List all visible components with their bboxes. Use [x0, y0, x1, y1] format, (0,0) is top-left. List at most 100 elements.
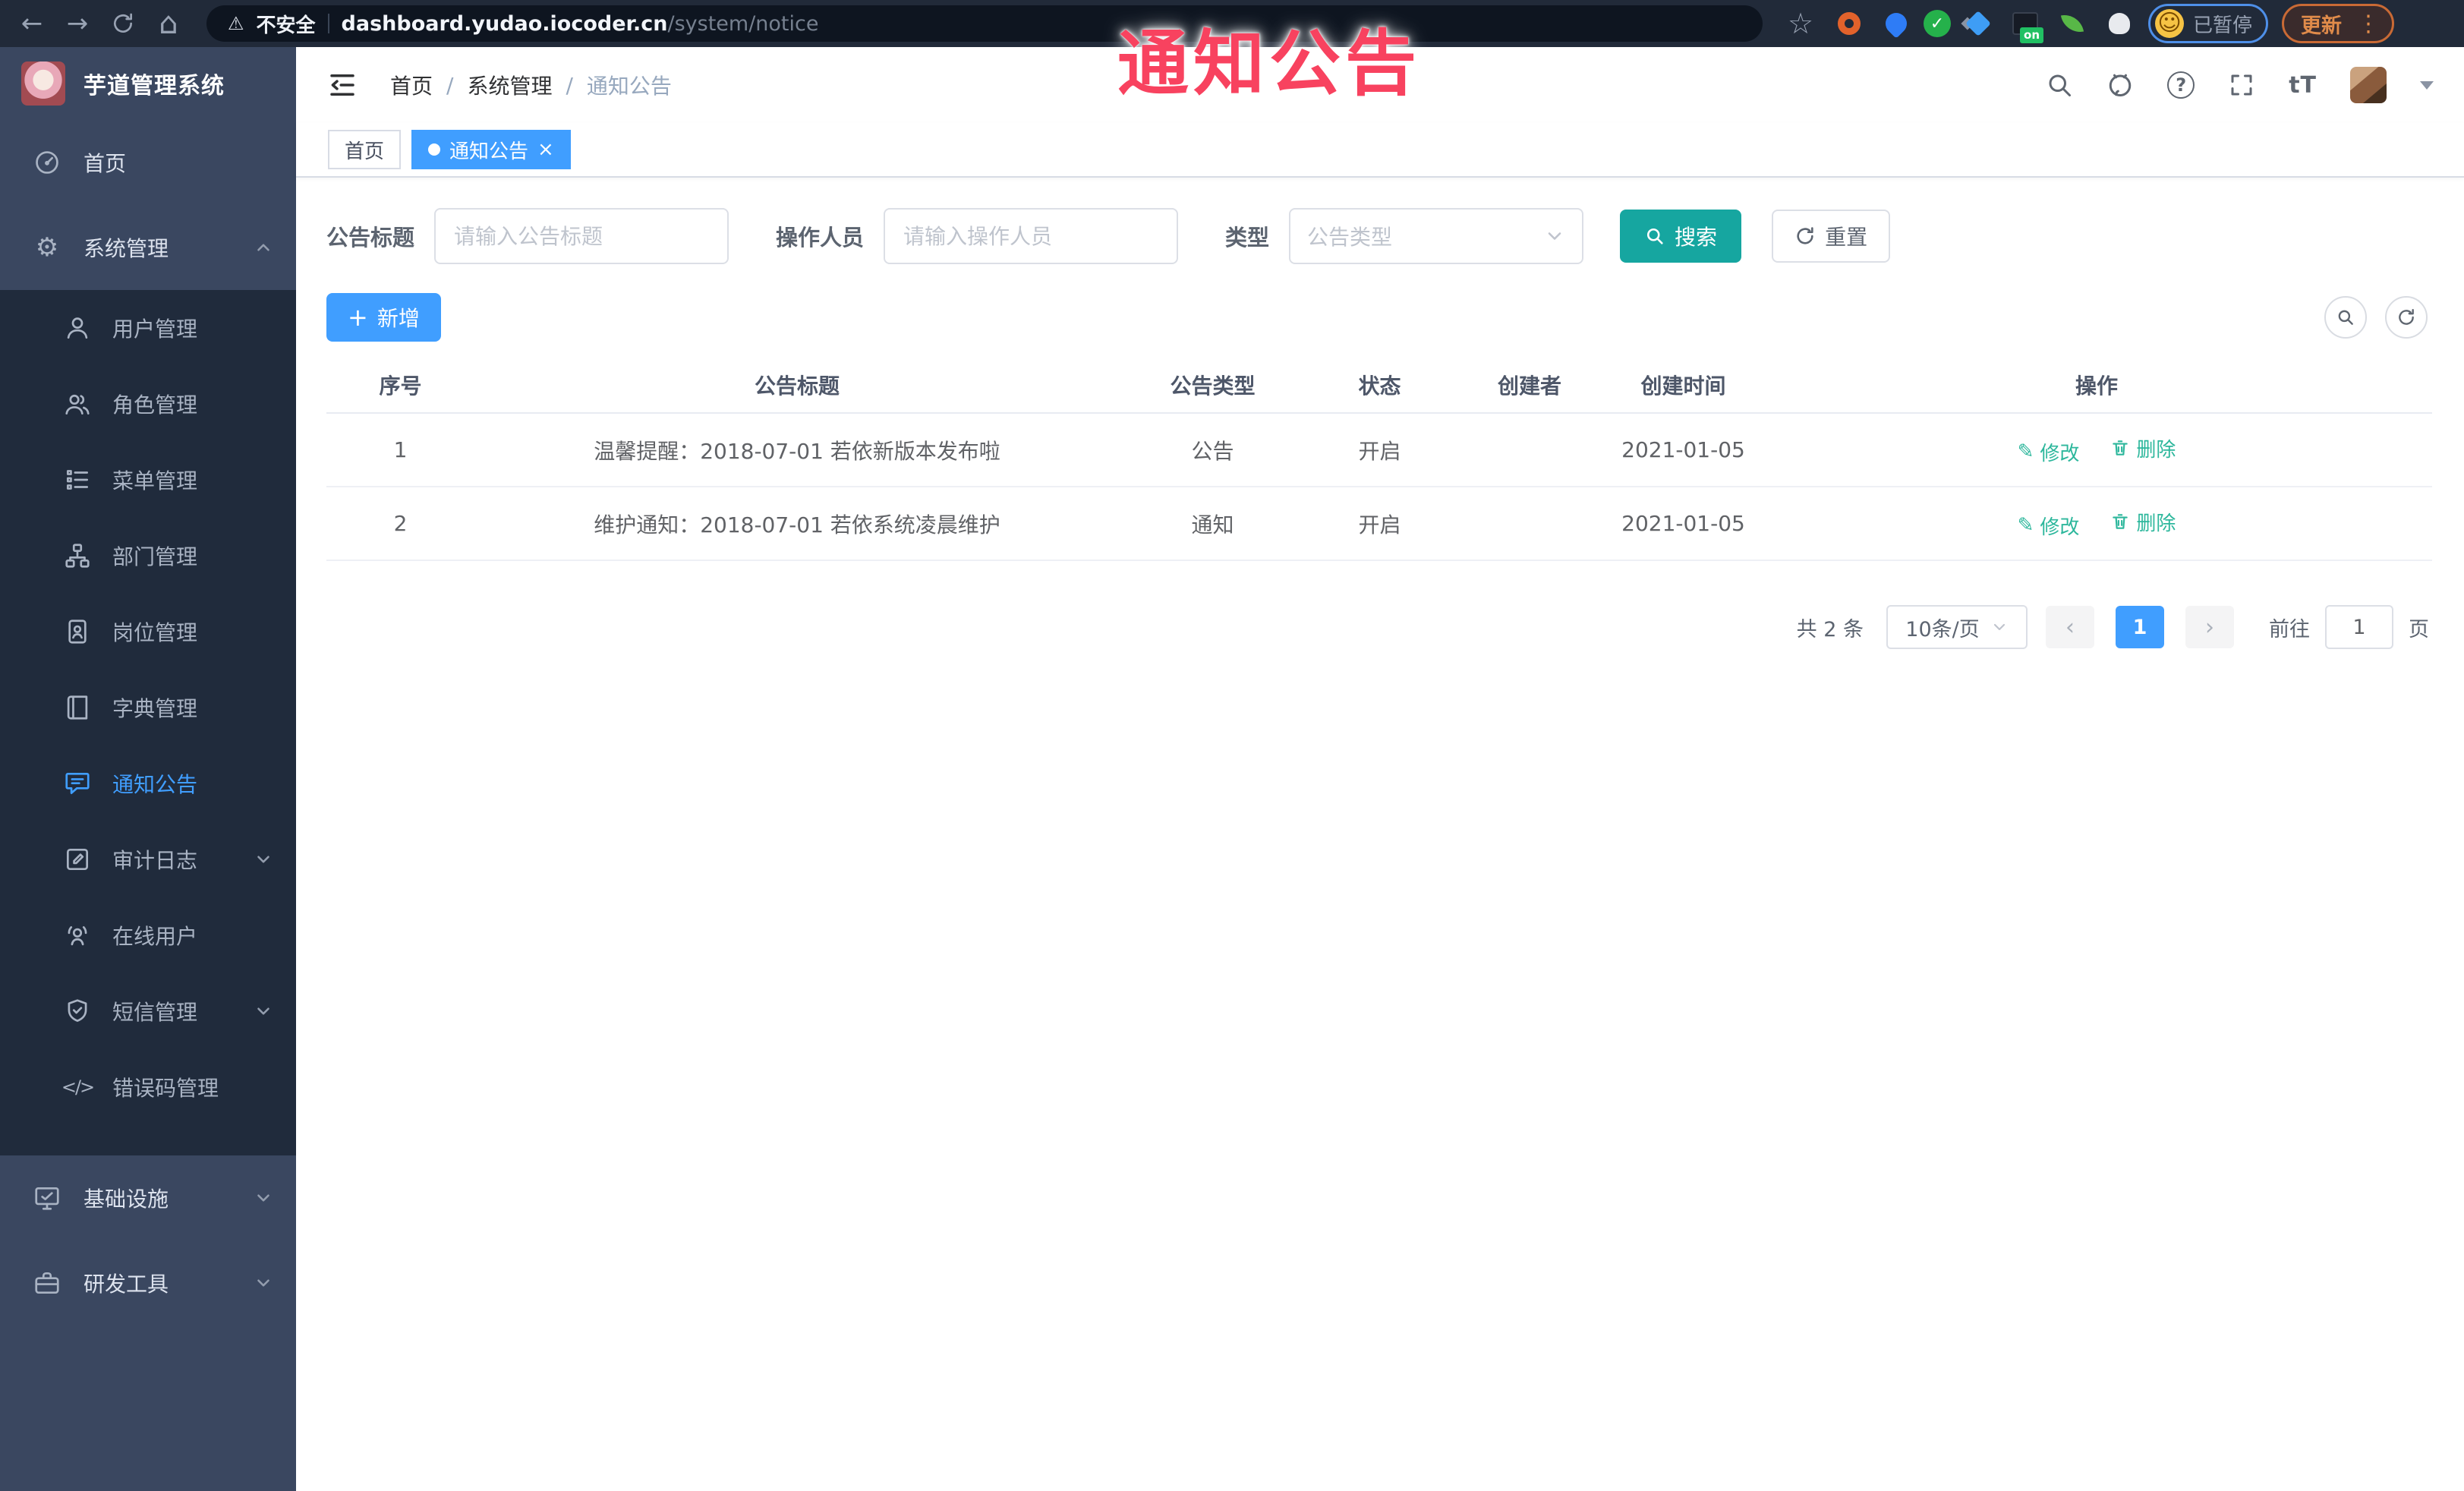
breadcrumb-section[interactable]: 系统管理 [467, 70, 552, 100]
delete-label: 删除 [2136, 512, 2176, 535]
extension-icon-green[interactable]: ✓ [1924, 10, 1951, 37]
page-unit-label: 页 [2409, 617, 2429, 641]
fullscreen-icon[interactable] [2228, 71, 2255, 99]
page-size-select[interactable]: 10条/页 [1886, 605, 2028, 649]
delete-button[interactable]: 删除 [2110, 434, 2176, 462]
user-avatar[interactable] [2350, 67, 2387, 103]
message-bubble-icon [61, 767, 94, 800]
sidebar-item-label: 岗位管理 [112, 620, 198, 645]
sidebar-item-notice[interactable]: 通知公告 [0, 746, 296, 821]
sidebar-item-roles[interactable]: 角色管理 [0, 366, 296, 442]
url-host: dashboard.yudao.iocoder.cn [341, 11, 668, 36]
sidebar-item-label: 用户管理 [112, 317, 198, 342]
col-status: 状态 [1306, 357, 1454, 414]
tab-home[interactable]: 首页 [328, 130, 402, 169]
operator-label: 操作人员 [776, 225, 865, 251]
sidebar-item-label: 系统管理 [83, 236, 169, 261]
operator-input[interactable] [884, 208, 1179, 264]
profile-emoji-icon: ☺ [2155, 9, 2184, 38]
extension-icon-drop[interactable] [1876, 4, 1916, 43]
sidebar-item-infrastructure[interactable]: 基础设施 [0, 1155, 296, 1240]
tags-view-bar: 首页 通知公告 × [296, 123, 2464, 178]
avatar-caret-icon[interactable] [2420, 80, 2434, 90]
extensions-puzzle-icon[interactable] [2100, 4, 2139, 43]
extension-icon-gem[interactable] [1958, 4, 1998, 43]
sidebar-item-users[interactable]: 用户管理 [0, 290, 296, 366]
toolbox-icon [30, 1266, 64, 1300]
prev-page-button[interactable]: ‹ [2046, 606, 2094, 648]
sidebar-item-online-users[interactable]: 在线用户 [0, 897, 296, 973]
extension-icon-switch[interactable]: on [2006, 4, 2045, 43]
navbar-actions: ? tT [2046, 67, 2434, 103]
browser-home-icon[interactable]: ⌂ [147, 2, 190, 45]
help-icon[interactable]: ? [2167, 71, 2195, 99]
sidebar-item-dev-tools[interactable]: 研发工具 [0, 1240, 296, 1326]
delete-button[interactable]: 删除 [2110, 508, 2176, 536]
page-1-button[interactable]: 1 [2116, 606, 2164, 648]
url-path: /system/notice [667, 11, 819, 36]
browser-reload-icon[interactable] [102, 2, 144, 45]
close-icon[interactable]: × [537, 140, 554, 159]
chevron-down-icon [254, 1188, 273, 1208]
address-bar[interactable]: ⚠ 不安全 dashboard.yudao.iocoder.cn/system/… [206, 5, 1763, 42]
search-icon[interactable] [2046, 71, 2073, 99]
browser-update-button[interactable]: 更新 ⋮ [2282, 4, 2395, 43]
sidebar-item-audit-log[interactable]: 审计日志 [0, 821, 296, 897]
pagination: 共 2 条 10条/页 ‹ 1 › 前往 页 [326, 605, 2432, 649]
col-created: 创建时间 [1605, 357, 1761, 414]
add-button[interactable]: + 新增 [326, 293, 441, 342]
github-icon[interactable] [2106, 71, 2134, 99]
title-input[interactable] [434, 208, 729, 264]
cell-type: 通知 [1120, 487, 1306, 561]
edit-button[interactable]: ✎ 修改 [2018, 512, 2080, 540]
plus-icon: + [348, 303, 368, 332]
sidebar-item-error-codes[interactable]: </> 错误码管理 [0, 1049, 296, 1125]
breadcrumb-home[interactable]: 首页 [390, 70, 433, 100]
sidebar-item-posts[interactable]: 岗位管理 [0, 594, 296, 670]
sidebar-item-label: 审计日志 [112, 848, 198, 873]
sidebar-item-dict[interactable]: 字典管理 [0, 670, 296, 746]
extension-icon-leaf[interactable] [2053, 4, 2092, 43]
col-no: 序号 [326, 357, 474, 414]
edit-button[interactable]: ✎ 修改 [2018, 438, 2080, 466]
sidebar-item-label: 首页 [83, 151, 127, 176]
type-select-placeholder: 公告类型 [1307, 225, 1393, 250]
users-icon [61, 387, 94, 421]
sidebar-item-departments[interactable]: 部门管理 [0, 518, 296, 594]
reset-button[interactable]: 重置 [1772, 210, 1891, 263]
tab-label: 通知公告 [449, 140, 529, 163]
browser-forward-icon[interactable]: → [56, 2, 99, 45]
sidebar-item-menus[interactable]: 菜单管理 [0, 442, 296, 518]
pagination-total: 共 2 条 [1796, 617, 1864, 641]
next-page-button[interactable]: › [2185, 606, 2234, 648]
cell-type: 公告 [1120, 413, 1306, 487]
browser-profile-button[interactable]: ☺ 已暂停 [2148, 4, 2269, 43]
cell-creator [1454, 413, 1605, 487]
col-title: 公告标题 [474, 357, 1120, 414]
bookmark-star-icon[interactable]: ☆ [1779, 2, 1822, 45]
sidebar-logo[interactable]: 芋道管理系统 [0, 47, 296, 120]
type-select[interactable]: 公告类型 [1289, 208, 1584, 264]
browser-menu-icon[interactable]: ⋮ [2352, 11, 2384, 37]
sidebar-item-system[interactable]: ⚙ 系统管理 [0, 205, 296, 290]
search-button[interactable]: 搜索 [1620, 210, 1742, 263]
extension-on-badge: on [2020, 27, 2043, 43]
sidebar-item-home[interactable]: 首页 [0, 120, 296, 205]
refresh-table-button[interactable] [2385, 296, 2428, 339]
browser-back-icon[interactable]: ← [11, 2, 53, 45]
tab-notice[interactable]: 通知公告 × [411, 130, 571, 169]
toggle-search-button[interactable] [2324, 296, 2367, 339]
goto-label: 前往 [2269, 617, 2310, 641]
top-navbar: 首页 / 系统管理 / 通知公告 ? tT [296, 47, 2464, 123]
address-divider [327, 14, 329, 33]
sidebar-collapse-icon[interactable] [326, 69, 358, 101]
goto-page-input[interactable] [2325, 605, 2393, 649]
font-size-icon[interactable]: tT [2289, 72, 2317, 99]
user-icon [61, 311, 94, 345]
tab-label: 首页 [345, 140, 385, 163]
extension-icon-ring[interactable] [1829, 4, 1869, 43]
reset-button-label: 重置 [1825, 225, 1868, 250]
breadcrumb-current: 通知公告 [586, 74, 672, 99]
sidebar-item-sms[interactable]: 短信管理 [0, 973, 296, 1049]
cell-status: 开启 [1306, 413, 1454, 487]
